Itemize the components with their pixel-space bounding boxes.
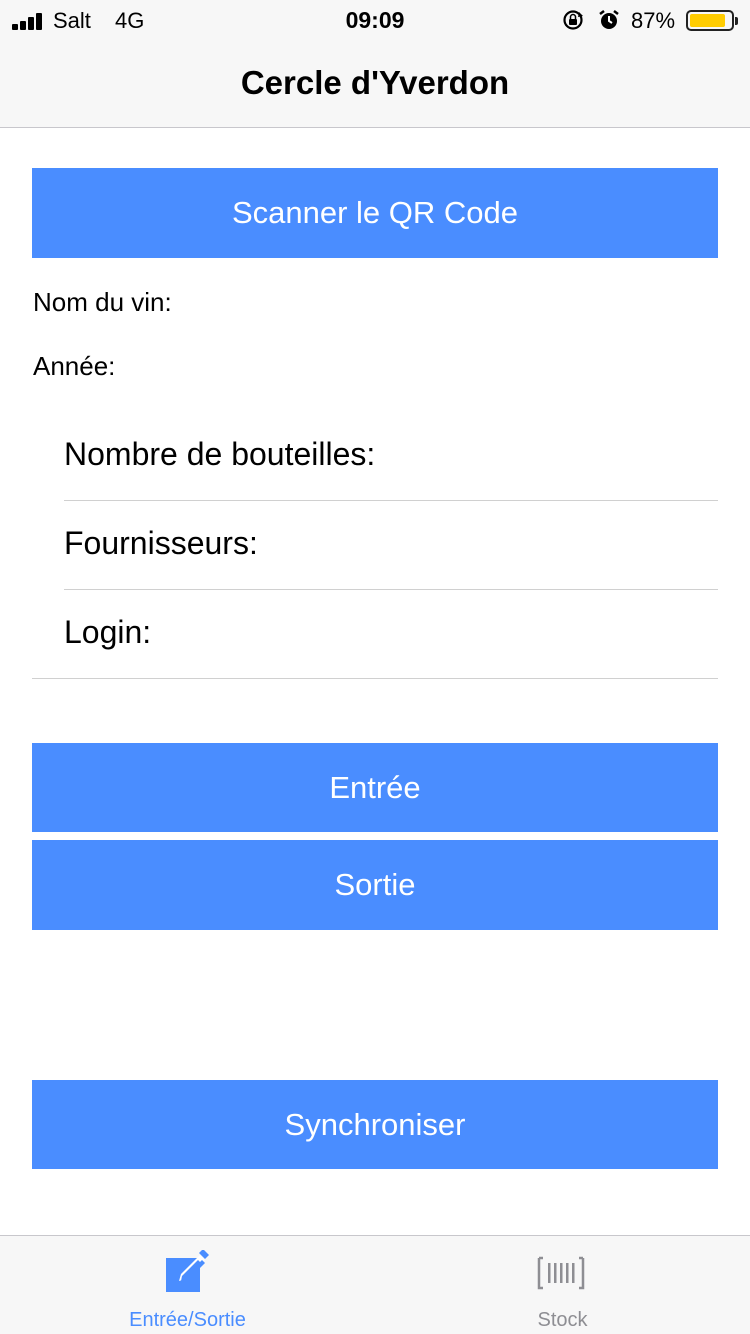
battery-icon — [686, 10, 738, 31]
bottle-count-field[interactable]: Nombre de bouteilles: — [64, 412, 718, 501]
login-field[interactable]: Login: — [32, 590, 718, 679]
tab-entree-sortie[interactable]: Entrée/Sortie — [0, 1236, 375, 1334]
barcode-icon — [537, 1256, 585, 1290]
suppliers-field[interactable]: Fournisseurs: — [64, 501, 718, 590]
sortie-button[interactable]: Sortie — [32, 840, 718, 930]
wine-name-label: Nom du vin: — [33, 287, 172, 317]
login-label: Login: — [64, 614, 152, 650]
tab-stock[interactable]: Stock — [375, 1236, 750, 1334]
edit-icon — [166, 1250, 209, 1292]
bottle-count-label: Nombre de bouteilles: — [64, 436, 376, 472]
alarm-icon — [599, 10, 619, 29]
rotation-lock-icon — [563, 10, 583, 30]
year-label: Année: — [33, 351, 116, 381]
entree-button[interactable]: Entrée — [32, 743, 718, 832]
tab-entree-sortie-label: Entrée/Sortie — [129, 1309, 246, 1331]
scan-qr-code-button[interactable]: Scanner le QR Code — [32, 168, 718, 258]
synchronize-button[interactable]: Synchroniser — [32, 1080, 718, 1169]
battery-percent: 87% — [631, 8, 676, 33]
tab-stock-label: Stock — [537, 1309, 588, 1331]
screen: Salt 4G 09:09 87% Cercle d'Yverdon Scann… — [0, 0, 750, 1334]
battery-fill — [690, 14, 725, 27]
tab-bar: Entrée/Sortie Stock — [0, 1235, 750, 1334]
page-title: Cercle d'Yverdon — [240, 64, 510, 101]
navigation-bar: Cercle d'Yverdon — [0, 40, 750, 128]
suppliers-label: Fournisseurs: — [64, 525, 258, 561]
status-bar: Salt 4G 09:09 87% — [0, 0, 750, 40]
